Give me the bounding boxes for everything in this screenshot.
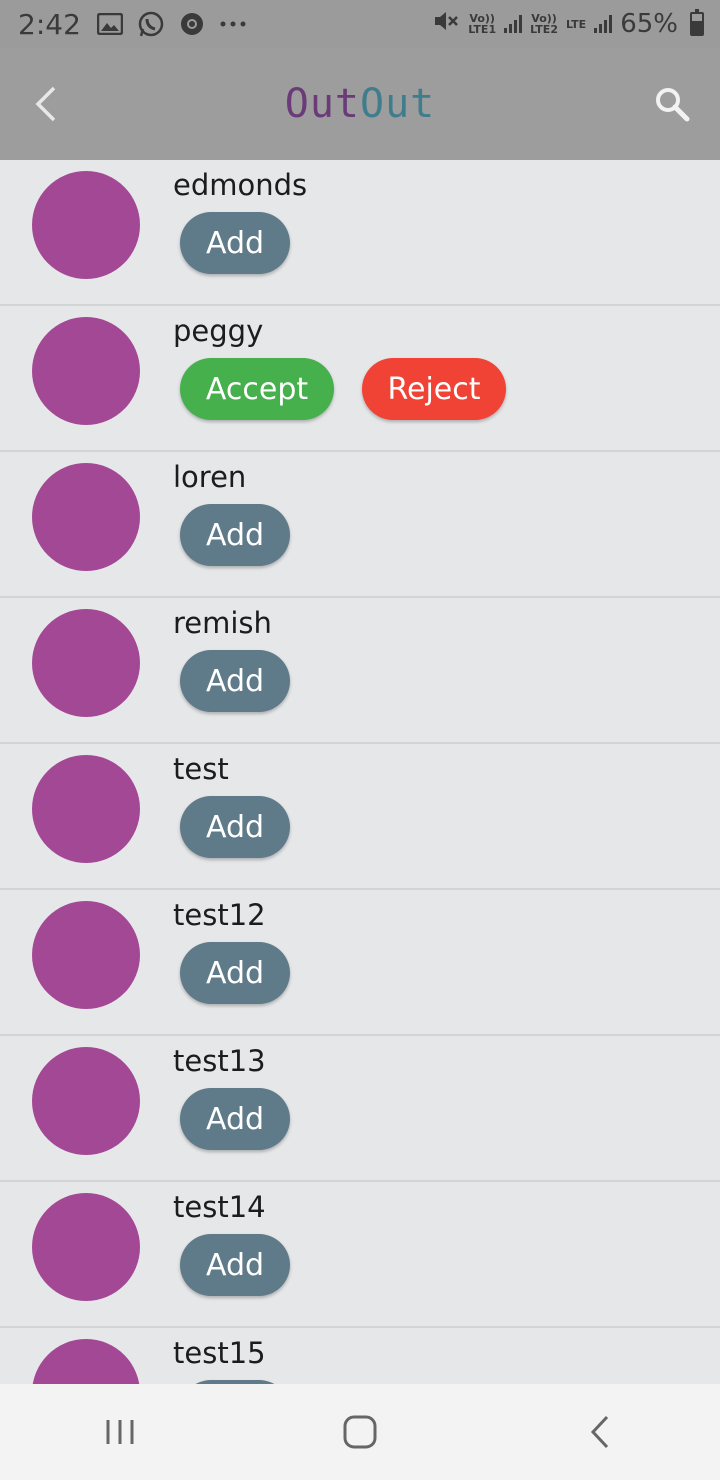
gallery-icon: [96, 13, 123, 35]
username: loren: [173, 460, 247, 494]
user-actions: Add: [180, 942, 290, 1004]
add-friend-button[interactable]: Add: [180, 504, 290, 566]
username: remish: [173, 606, 272, 640]
back-arrow-icon[interactable]: [26, 84, 66, 124]
avatar[interactable]: [32, 755, 140, 863]
avatar[interactable]: [32, 171, 140, 279]
battery-icon: [690, 9, 704, 36]
username: test15: [173, 1336, 266, 1370]
add-friend-button[interactable]: Add: [180, 1088, 290, 1150]
nav-back-icon[interactable]: [570, 1402, 630, 1462]
mute-icon: [432, 8, 460, 41]
user-actions: Add: [180, 796, 290, 858]
signal-icon: [504, 15, 523, 33]
avatar[interactable]: [32, 901, 140, 1009]
user-row: peggy Accept Reject: [0, 306, 720, 452]
avatar[interactable]: [32, 609, 140, 717]
navigation-bar: [0, 1384, 720, 1480]
add-friend-button[interactable]: Add: [180, 942, 290, 1004]
username: test13: [173, 1044, 266, 1078]
status-time: 2:42: [18, 7, 81, 41]
whatsapp-icon: [137, 10, 165, 38]
battery-percent: 65%: [620, 9, 678, 39]
avatar[interactable]: [32, 317, 140, 425]
user-row: loren Add: [0, 452, 720, 598]
username: test14: [173, 1190, 266, 1224]
add-friend-button[interactable]: Add: [180, 212, 290, 274]
chrome-icon: [179, 11, 205, 37]
username: edmonds: [173, 168, 308, 202]
avatar[interactable]: [32, 1339, 140, 1384]
recent-apps-icon[interactable]: [90, 1402, 150, 1462]
app-title: OutOut: [284, 81, 436, 127]
user-actions: Accept Reject: [180, 358, 506, 420]
add-friend-button[interactable]: Add: [180, 650, 290, 712]
user-row: remish Add: [0, 598, 720, 744]
user-actions: Add: [180, 1088, 290, 1150]
user-actions: Add: [180, 650, 290, 712]
avatar[interactable]: [32, 1193, 140, 1301]
user-row: test15Add: [0, 1328, 720, 1384]
accept-button[interactable]: Accept: [180, 358, 334, 420]
user-actions: Add: [180, 212, 290, 274]
app-bar: OutOut: [0, 48, 720, 160]
username: peggy: [173, 314, 264, 348]
user-row: test Add: [0, 744, 720, 890]
avatar[interactable]: [32, 463, 140, 571]
search-icon[interactable]: [652, 84, 692, 124]
add-friend-button[interactable]: Add: [180, 796, 290, 858]
home-icon[interactable]: [330, 1402, 390, 1462]
network-1: Vo)) LTE1: [468, 12, 497, 36]
user-row: test14 Add: [0, 1182, 720, 1328]
user-row: test13 Add: [0, 1036, 720, 1182]
avatar[interactable]: [32, 1047, 140, 1155]
add-friend-button[interactable]: Add: [180, 1234, 290, 1296]
network-2-type: LTE: [565, 17, 587, 31]
username: test12: [173, 898, 266, 932]
signal-icon-2: [594, 15, 613, 33]
user-list[interactable]: edmonds Add peggy Accept Reject loren Add remis…: [0, 160, 720, 1384]
status-bar: 2:42 Vo)) LTE1 Vo)) LTE2 LTE 65%: [0, 0, 720, 48]
reject-button[interactable]: Reject: [362, 358, 506, 420]
username: test: [173, 752, 229, 786]
network-2: Vo)) LTE2: [530, 12, 558, 36]
user-row: edmonds Add: [0, 160, 720, 306]
user-actions: Add: [180, 504, 290, 566]
more-icon: [219, 20, 247, 28]
user-actions: Add: [180, 1234, 290, 1296]
user-row: test12 Add: [0, 890, 720, 1036]
